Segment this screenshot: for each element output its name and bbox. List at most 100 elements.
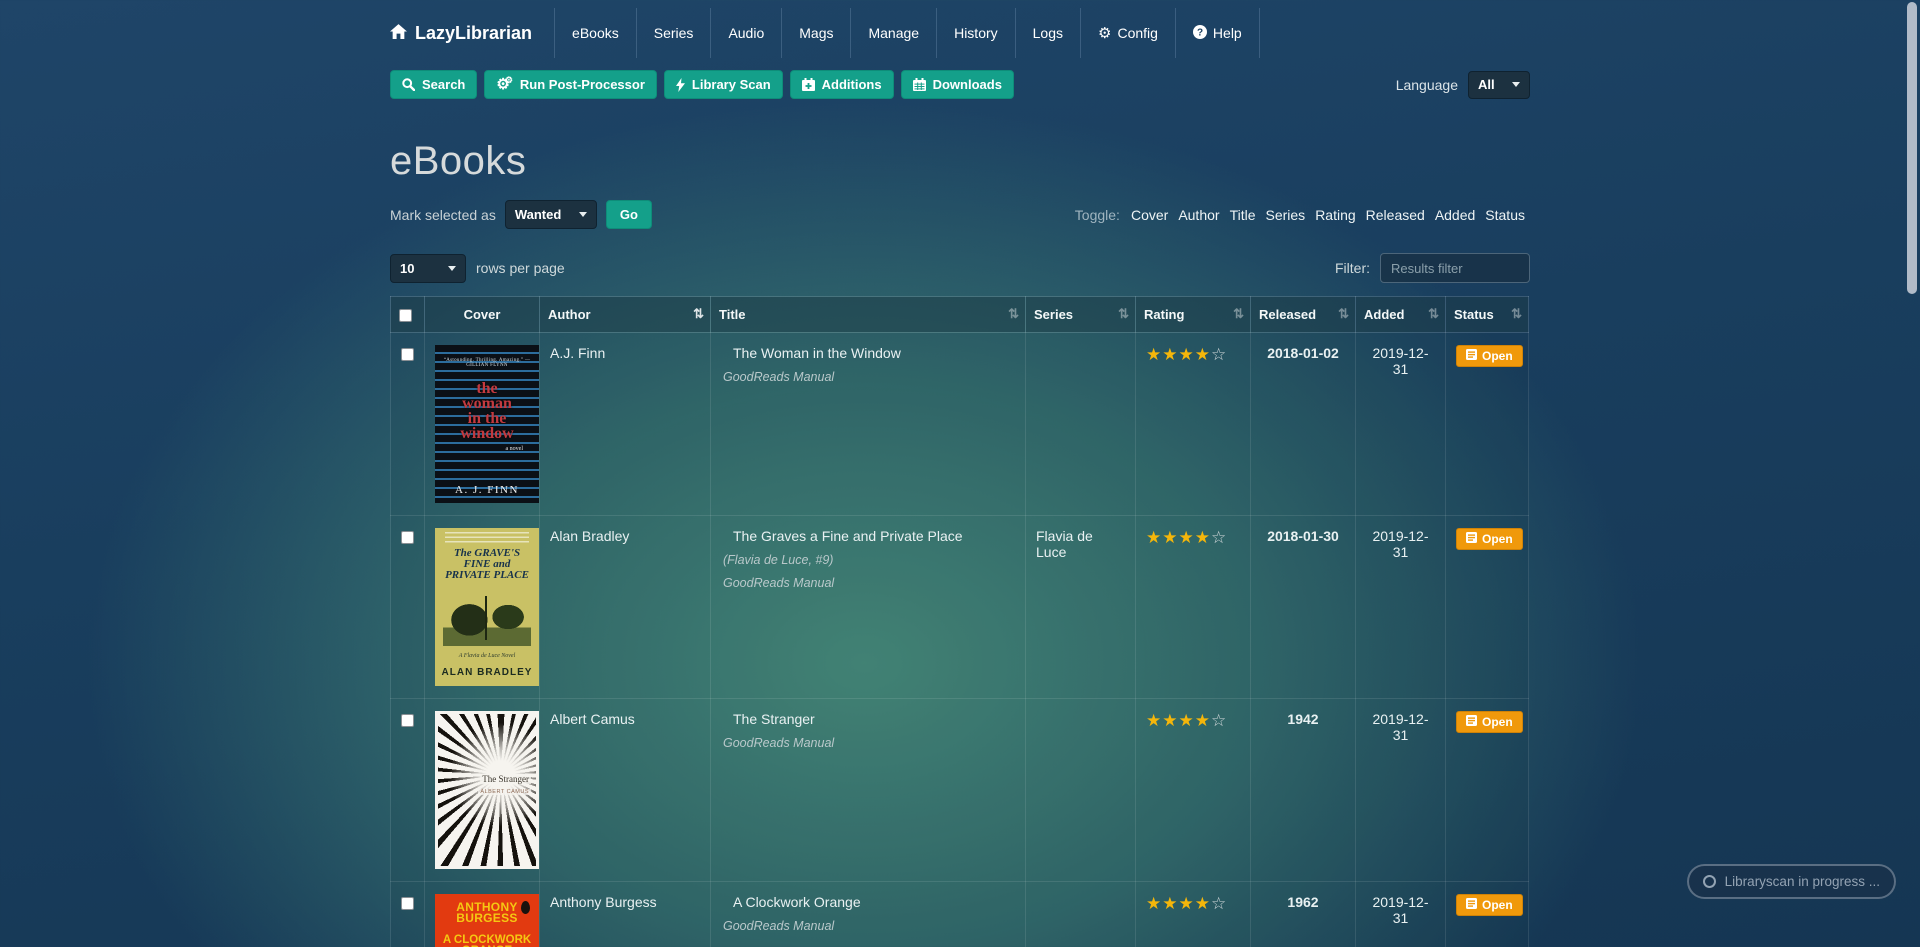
- toolbar: Search ⚙ ⚙ Run Post-Processor Library Scan Ad…: [380, 70, 1540, 99]
- nav-item-series[interactable]: Series: [635, 8, 711, 58]
- column-header-cover[interactable]: Cover: [424, 296, 540, 333]
- downloads-button[interactable]: Downloads: [900, 70, 1014, 99]
- toggle-cover[interactable]: Cover: [1131, 207, 1168, 223]
- author-link[interactable]: A.J. Finn: [550, 345, 605, 361]
- bolt-icon: [675, 77, 685, 92]
- run-post-processor-button[interactable]: ⚙ ⚙ Run Post-Processor: [484, 70, 657, 99]
- column-header-released[interactable]: Released ⇅: [1250, 296, 1356, 333]
- language-select[interactable]: All: [1468, 70, 1530, 99]
- title-link[interactable]: The Graves a Fine and Private Place: [733, 528, 963, 544]
- nav-item-audio[interactable]: Audio: [710, 8, 781, 58]
- book-cover[interactable]: ANTHONYBURGESSA CLOCKWORKORANGE: [435, 894, 539, 947]
- mark-status-select[interactable]: Wanted: [504, 200, 597, 229]
- open-button[interactable]: Open: [1456, 894, 1523, 916]
- sort-icon[interactable]: ⇅: [1428, 306, 1439, 322]
- nav-item-manage[interactable]: Manage: [850, 8, 936, 58]
- column-header-series[interactable]: Series ⇅: [1025, 296, 1136, 333]
- row-checkbox[interactable]: [401, 347, 414, 361]
- cover-author-text: A. J. FINN: [455, 484, 519, 496]
- library-scan-button[interactable]: Library Scan: [663, 70, 783, 99]
- status-cell: Open: [1445, 698, 1529, 882]
- book-icon: [1466, 532, 1477, 546]
- select-all-checkbox[interactable]: [399, 309, 412, 323]
- added-cell: 2019-12-31: [1355, 698, 1446, 882]
- go-button[interactable]: Go: [605, 200, 652, 229]
- book-cover[interactable]: “Astounding. Thrilling. Amazing.” —GILLI…: [435, 345, 539, 503]
- row-checkbox[interactable]: [401, 713, 414, 727]
- page-title: eBooks: [390, 139, 527, 183]
- search-button[interactable]: Search: [390, 70, 478, 99]
- author-cell: Alan Bradley: [539, 515, 711, 699]
- language-label: Language: [1395, 76, 1458, 93]
- row-checkbox[interactable]: [401, 896, 414, 910]
- added-cell: 2019-12-31: [1355, 881, 1446, 947]
- nav-item-logs[interactable]: Logs: [1014, 8, 1080, 58]
- open-button[interactable]: Open: [1456, 528, 1523, 550]
- book-row: “Astounding. Thrilling. Amazing.” —GILLI…: [390, 332, 1529, 516]
- author-link[interactable]: Albert Camus: [550, 711, 635, 727]
- toggle-title[interactable]: Title: [1230, 207, 1256, 223]
- column-header-title[interactable]: Title ⇅: [710, 296, 1026, 333]
- open-button[interactable]: Open: [1456, 345, 1523, 367]
- nav-item-history[interactable]: History: [936, 8, 1015, 58]
- star-icon: ★: [1178, 711, 1195, 730]
- rating-cell: ★★★★☆: [1135, 698, 1251, 882]
- toggle-status[interactable]: Status: [1485, 207, 1525, 223]
- toggle-author[interactable]: Author: [1178, 207, 1219, 223]
- toggle-rating[interactable]: Rating: [1315, 207, 1355, 223]
- series-cell: [1025, 698, 1136, 882]
- nav-menu: eBooks Series Audio Mags Manage History Logs ⚙ C…: [554, 8, 1260, 58]
- column-header-status[interactable]: Status ⇅: [1445, 296, 1529, 333]
- book-cover[interactable]: The GRAVE'S FINE and PRIVATE PLACE A Flavia…: [435, 528, 539, 686]
- star-icon: ☆: [1211, 345, 1228, 364]
- title-link[interactable]: The Woman in the Window: [733, 345, 901, 361]
- series-cell: [1025, 881, 1136, 947]
- mark-selected-label: Mark selected as: [390, 206, 496, 223]
- nav-item-ebooks[interactable]: eBooks: [554, 8, 636, 58]
- title-link[interactable]: The Stranger: [733, 711, 815, 727]
- book-icon: [1466, 715, 1477, 729]
- results-filter-input[interactable]: [1380, 253, 1530, 283]
- sort-icon[interactable]: ⇅: [1008, 306, 1019, 322]
- cover-title-text: A CLOCKWORKORANGE: [442, 934, 532, 947]
- sort-icon[interactable]: ⇅: [693, 306, 704, 322]
- mark-selected-value: Wanted: [514, 207, 562, 222]
- star-icon: ★: [1194, 711, 1211, 730]
- calendar-plus-icon: [801, 78, 815, 91]
- rating-cell: ★★★★☆: [1135, 515, 1251, 699]
- cover-title-text: the woman in the window: [460, 380, 514, 442]
- open-button[interactable]: Open: [1456, 711, 1523, 733]
- row-checkbox[interactable]: [401, 530, 414, 544]
- star-icon: ★: [1162, 894, 1179, 913]
- sort-icon[interactable]: ⇅: [1233, 306, 1244, 322]
- sort-icon[interactable]: ⇅: [1338, 306, 1349, 322]
- toggle-bar: Toggle: Cover Author Title Series Rating Rele…: [1075, 207, 1530, 223]
- sort-icon[interactable]: ⇅: [1511, 306, 1522, 322]
- book-icon: [1466, 898, 1477, 912]
- toggle-released[interactable]: Released: [1366, 207, 1425, 223]
- brand-link[interactable]: LazyLibrarian: [390, 8, 532, 58]
- column-header-added[interactable]: Added ⇅: [1355, 296, 1446, 333]
- star-icon: ☆: [1211, 711, 1228, 730]
- additions-button[interactable]: Additions: [789, 70, 894, 99]
- nav-item-help[interactable]: ? Help: [1174, 8, 1259, 58]
- column-header-author[interactable]: Author ⇅: [539, 296, 711, 333]
- nav-item-config[interactable]: ⚙ Config: [1080, 8, 1175, 58]
- nav-item-mags[interactable]: Mags: [781, 8, 850, 58]
- sort-icon[interactable]: ⇅: [1118, 306, 1129, 322]
- author-link[interactable]: Anthony Burgess: [550, 894, 657, 910]
- author-link[interactable]: Alan Bradley: [550, 528, 629, 544]
- rows-per-page-label: rows per page: [476, 260, 565, 276]
- title-subline: (Flavia de Luce, #9): [723, 553, 834, 567]
- toggle-links: Cover Author Title Series Rating Released Adde…: [1126, 207, 1530, 223]
- title-link[interactable]: A Clockwork Orange: [733, 894, 861, 910]
- star-icon: ★: [1178, 345, 1195, 364]
- column-header-rating[interactable]: Rating ⇅: [1135, 296, 1251, 333]
- book-cover[interactable]: The Stranger ALBERT CAMUS: [435, 711, 539, 869]
- scrollbar-thumb[interactable]: [1907, 2, 1917, 294]
- toggle-added[interactable]: Added: [1435, 207, 1475, 223]
- toggle-series[interactable]: Series: [1266, 207, 1306, 223]
- rows-per-page-select[interactable]: 10: [390, 253, 466, 283]
- title-subline: GoodReads Manual: [723, 736, 835, 750]
- author-cell: Anthony Burgess: [539, 881, 711, 947]
